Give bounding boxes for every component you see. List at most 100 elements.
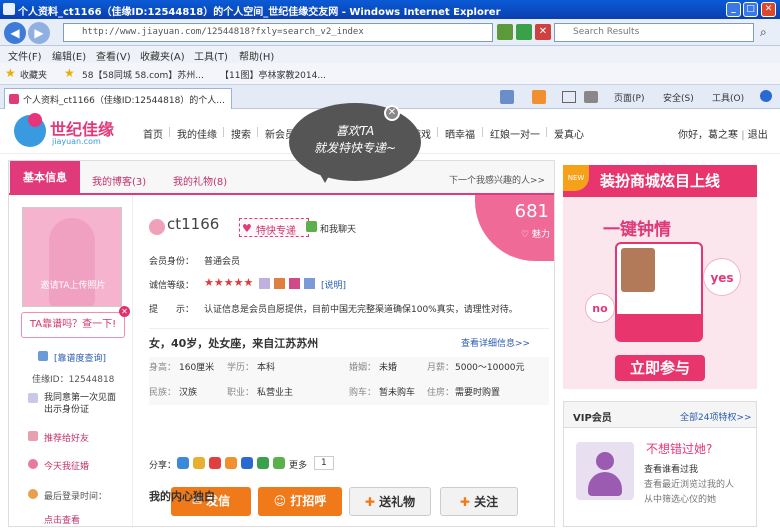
view-last-login-link[interactable]: 点击查看 [44,513,80,526]
menu-file[interactable]: 文件(F) [8,48,42,63]
site-logo[interactable]: 世纪佳缘 jiayuan.com [14,113,126,149]
chat-link[interactable]: 和我聊天 [320,222,356,235]
maximize-button[interactable]: □ [743,2,758,17]
profile-panel: 基本信息 我的博客(3) 我的礼物(8) 下一个我感兴趣的人>> 681 ♡ 魅… [8,160,555,528]
house-value: 需要时购置 [455,388,501,398]
share-more-icon[interactable] [273,457,285,469]
greet-button[interactable]: ☺ 打招呼 [258,487,342,516]
tab-basic-info[interactable]: 基本信息 [10,161,80,195]
menu-help[interactable]: 帮助(H) [239,48,274,63]
tip-label: 提 示： [149,305,195,315]
compat-view-icon[interactable] [497,24,513,40]
reliability-check-button[interactable]: TA靠谱吗？查一下! [21,312,125,338]
bubble-close-icon[interactable]: ✕ [384,105,400,121]
next-user-link[interactable]: 下一个我感兴趣的人>> [449,173,545,186]
vip-miss-text[interactable]: 不想错过她? [646,440,712,457]
mall-ad[interactable]: 装扮商城炫目上线 NEW 一键钟情 yes no 立即参与 [563,165,757,389]
today-cert-link[interactable]: 今天我征婚 [44,459,89,472]
credit-desc-link[interactable]: [说明] [321,278,346,291]
ad-join-button[interactable]: 立即参与 [615,355,705,381]
share-weibo-icon[interactable] [209,457,221,469]
vip-header: VIP会员 全部24项特权>> [564,402,756,428]
back-button[interactable]: ◀ [4,22,26,44]
share-douban-icon[interactable] [257,457,269,469]
inner-monologue-title: 我的内心独白 [149,490,215,503]
menu-tools[interactable]: 工具(T) [194,48,228,63]
vip-all-link[interactable]: 全部24项特权>> [680,410,752,423]
id-card-icon [28,393,38,403]
credit-stars: ★★★★★ [204,276,254,289]
send-gift-button[interactable]: ✚ 送礼物 [349,487,431,516]
detail-link[interactable]: 查看详细信息>> [461,336,530,349]
logout-link[interactable]: 退出 [748,130,768,141]
cert-house-icon[interactable] [289,278,300,289]
search-icon[interactable]: ⌕ [760,25,767,40]
share-kaixin-icon[interactable] [225,457,237,469]
shield-icon [38,351,48,361]
menu-edit[interactable]: 编辑(E) [52,48,86,63]
nav-true-love[interactable]: 爱真心 [554,126,584,141]
menu-favorites[interactable]: 收藏夹(A) [140,48,185,63]
vip-title: VIP会员 [573,413,612,424]
tools-menu[interactable]: 工具(O) [712,91,744,104]
heart-icon [28,459,38,469]
vip-panel: VIP会员 全部24项特权>> 不想错过她? 查看谁看过我 查看最近浏览过我的人… [563,401,757,527]
share-renren-icon[interactable] [241,457,253,469]
minimize-button[interactable]: _ [726,2,741,17]
tab-blog[interactable]: 我的博客(3) [92,173,146,188]
car-label: 购车： [349,388,377,398]
nav-happiness[interactable]: 晒幸福 [445,126,475,141]
job-label: 职业： [227,388,255,398]
safety-menu[interactable]: 安全(S) [663,91,694,104]
cert-car-icon[interactable] [304,278,315,289]
cert-edu-icon[interactable] [274,278,285,289]
reliability-link[interactable]: [靠谱度查询] [54,351,106,364]
search-input[interactable]: Search Results [554,23,754,42]
express-bubble[interactable]: 喜欢TA 就发特快专递~ [289,103,421,183]
window-titlebar: 个人资料_ct1166（佳缘ID:12544818）的个人空间_世纪佳缘交友网 … [0,0,780,19]
nav-matchmaker[interactable]: 红娘一对一 [490,126,540,141]
mail-icon[interactable] [562,91,576,103]
nav-home[interactable]: 首页 [143,126,163,141]
last-login-label: 最后登录时间： [44,492,108,502]
recommend-link[interactable]: 推荐给好友 [44,431,89,444]
ad-portrait [621,248,655,292]
nav-my-jiayuan[interactable]: 我的佳缘 [177,126,217,141]
nav-search[interactable]: 搜索 [231,126,251,141]
tab-gifts[interactable]: 我的礼物(8) [173,173,227,188]
share-count: 1 [314,456,334,470]
browser-tab[interactable]: 个人资料_ct1166（佳缘ID:12544818）的个人... [4,88,232,109]
close-button[interactable]: ✕ [761,2,776,17]
home-icon[interactable] [500,90,514,104]
heart-express-icon: ♥ [242,222,252,235]
stop-icon[interactable]: ✕ [535,24,551,40]
page-menu[interactable]: 页面(P) [614,91,644,104]
refresh-icon[interactable] [516,24,532,40]
salary-label: 月薪： [427,363,455,373]
express-button[interactable]: ♥ 特快专递 [239,218,309,237]
feeds-icon[interactable] [532,90,546,104]
express-label: 特快专递 [256,226,296,237]
profile-tabs: 基本信息 我的博客(3) 我的礼物(8) 下一个我感兴趣的人>> [9,161,554,195]
menu-view[interactable]: 查看(V) [96,48,131,63]
vip-line3: 从中筛选心仪的她 [644,495,717,505]
favorites-button[interactable]: 收藏夹 [20,68,47,81]
reliability-close-icon[interactable]: ✕ [119,306,130,317]
star-icon: ★ [5,66,16,80]
url-input[interactable]: http://www.jiayuan.com/12544818?fxly=sea… [63,23,493,42]
add-favorite-icon[interactable]: ★ [64,66,75,80]
favorite-item-tutor[interactable]: 【11图】亭林家教2014... [220,68,326,81]
help-icon[interactable] [760,90,772,102]
share-qzone-icon[interactable] [177,457,189,469]
tab-label: 个人资料_ct1166（佳缘ID:12544818）的个人... [23,96,225,106]
share-qq-icon[interactable] [193,457,205,469]
ad-yes-badge: yes [703,258,741,296]
profile-photo-placeholder[interactable]: 邀请TA上传照片 [22,207,122,307]
vip-avatar-icon [576,442,634,500]
cert-id-icon[interactable] [259,278,270,289]
favorite-item-58[interactable]: 58【58同城 58.com】苏州... [82,68,204,81]
follow-button[interactable]: ✚ 关注 [440,487,518,516]
forward-button[interactable]: ▶ [28,22,50,44]
share-more-link[interactable]: 更多 [289,458,307,471]
print-icon[interactable] [584,91,598,103]
